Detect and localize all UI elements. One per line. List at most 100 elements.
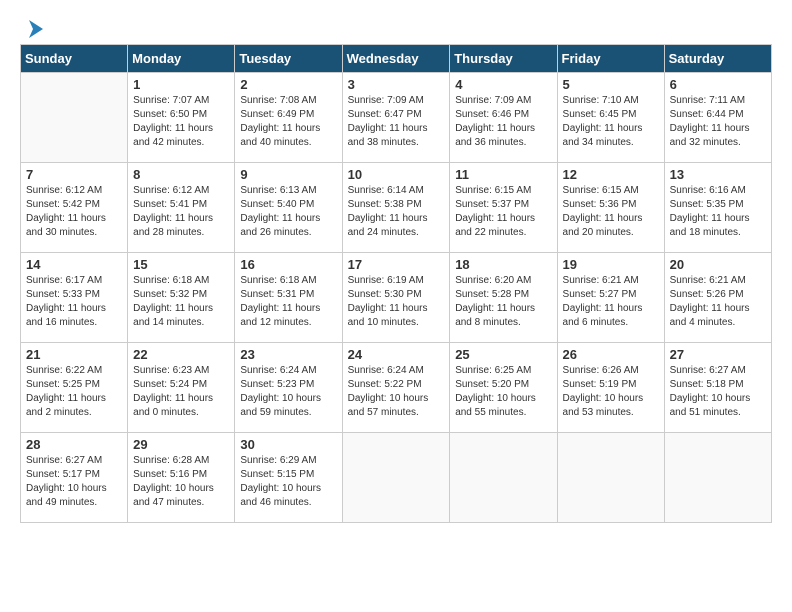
day-number: 8 [133,167,229,182]
day-number: 4 [455,77,551,92]
calendar-cell: 10 Sunrise: 6:14 AM Sunset: 5:38 PM Dayli… [342,163,450,253]
day-number: 12 [563,167,659,182]
calendar-cell: 18 Sunrise: 6:20 AM Sunset: 5:28 PM Dayli… [450,253,557,343]
day-info: Sunrise: 6:27 AM Sunset: 5:18 PM Dayligh… [670,364,766,420]
day-number: 21 [26,347,122,362]
calendar-header-sunday: Sunday [21,45,128,73]
day-number: 24 [348,347,445,362]
calendar-cell [342,433,450,523]
day-info: Sunrise: 6:26 AM Sunset: 5:19 PM Dayligh… [563,364,659,420]
calendar-cell [450,433,557,523]
calendar-cell: 27 Sunrise: 6:27 AM Sunset: 5:18 PM Dayli… [664,343,771,433]
calendar-header-monday: Monday [128,45,235,73]
day-info: Sunrise: 6:12 AM Sunset: 5:41 PM Dayligh… [133,184,229,240]
calendar-cell: 19 Sunrise: 6:21 AM Sunset: 5:27 PM Dayli… [557,253,664,343]
day-info: Sunrise: 6:18 AM Sunset: 5:31 PM Dayligh… [240,274,336,330]
day-info: Sunrise: 6:23 AM Sunset: 5:24 PM Dayligh… [133,364,229,420]
calendar-cell: 7 Sunrise: 6:12 AM Sunset: 5:42 PM Daylig… [21,163,128,253]
calendar-cell: 20 Sunrise: 6:21 AM Sunset: 5:26 PM Dayli… [664,253,771,343]
calendar-cell: 9 Sunrise: 6:13 AM Sunset: 5:40 PM Daylig… [235,163,342,253]
calendar-cell: 28Sunrise: 6:27 AM Sunset: 5:17 PM Dayli… [21,433,128,523]
day-info: Sunrise: 7:10 AM Sunset: 6:45 PM Dayligh… [563,94,659,150]
day-number: 7 [26,167,122,182]
day-info: Sunrise: 6:15 AM Sunset: 5:37 PM Dayligh… [455,184,551,240]
day-number: 23 [240,347,336,362]
day-info: Sunrise: 7:11 AM Sunset: 6:44 PM Dayligh… [670,94,766,150]
day-number: 13 [670,167,766,182]
day-number: 10 [348,167,445,182]
calendar-cell: 11 Sunrise: 6:15 AM Sunset: 5:37 PM Dayli… [450,163,557,253]
calendar-cell: 26Sunrise: 6:26 AM Sunset: 5:19 PM Dayli… [557,343,664,433]
calendar-cell: 29 Sunrise: 6:28 AM Sunset: 5:16 PM Dayli… [128,433,235,523]
calendar-header-thursday: Thursday [450,45,557,73]
day-number: 3 [348,77,445,92]
week-row-3: 14 Sunrise: 6:17 AM Sunset: 5:33 PM Dayli… [21,253,772,343]
day-number: 20 [670,257,766,272]
page-header [20,20,772,34]
day-number: 29 [133,437,229,452]
calendar-cell: 21 Sunrise: 6:22 AM Sunset: 5:25 PM Dayli… [21,343,128,433]
day-number: 19 [563,257,659,272]
calendar-cell [664,433,771,523]
day-info: Sunrise: 6:24 AM Sunset: 5:23 PM Dayligh… [240,364,336,420]
calendar-cell [557,433,664,523]
calendar-cell: 24 Sunrise: 6:24 AM Sunset: 5:22 PM Dayli… [342,343,450,433]
day-info: Sunrise: 7:09 AM Sunset: 6:46 PM Dayligh… [455,94,551,150]
calendar-cell: 23 Sunrise: 6:24 AM Sunset: 5:23 PM Dayli… [235,343,342,433]
day-number: 25 [455,347,551,362]
day-number: 15 [133,257,229,272]
day-number: 22 [133,347,229,362]
day-info: Sunrise: 6:21 AM Sunset: 5:27 PM Dayligh… [563,274,659,330]
day-number: 27 [670,347,766,362]
calendar-cell: 13Sunrise: 6:16 AM Sunset: 5:35 PM Dayli… [664,163,771,253]
calendar-header-friday: Friday [557,45,664,73]
day-info: Sunrise: 6:18 AM Sunset: 5:32 PM Dayligh… [133,274,229,330]
day-number: 9 [240,167,336,182]
day-number: 16 [240,257,336,272]
calendar-cell: 16 Sunrise: 6:18 AM Sunset: 5:31 PM Dayli… [235,253,342,343]
calendar-cell: 4 Sunrise: 7:09 AM Sunset: 6:46 PM Daylig… [450,73,557,163]
day-info: Sunrise: 6:13 AM Sunset: 5:40 PM Dayligh… [240,184,336,240]
day-info: Sunrise: 7:07 AM Sunset: 6:50 PM Dayligh… [133,94,229,150]
calendar-header-saturday: Saturday [664,45,771,73]
calendar-header-wednesday: Wednesday [342,45,450,73]
day-info: Sunrise: 6:19 AM Sunset: 5:30 PM Dayligh… [348,274,445,330]
day-info: Sunrise: 6:22 AM Sunset: 5:25 PM Dayligh… [26,364,122,420]
calendar-cell: 25 Sunrise: 6:25 AM Sunset: 5:20 PM Dayli… [450,343,557,433]
day-number: 18 [455,257,551,272]
logo [20,20,44,34]
calendar-header-tuesday: Tuesday [235,45,342,73]
day-number: 30 [240,437,336,452]
calendar-cell: 30 Sunrise: 6:29 AM Sunset: 5:15 PM Dayli… [235,433,342,523]
calendar-cell: 22 Sunrise: 6:23 AM Sunset: 5:24 PM Dayli… [128,343,235,433]
day-info: Sunrise: 6:27 AM Sunset: 5:17 PM Dayligh… [26,454,122,510]
calendar-cell: 14 Sunrise: 6:17 AM Sunset: 5:33 PM Dayli… [21,253,128,343]
calendar-cell: 12 Sunrise: 6:15 AM Sunset: 5:36 PM Dayli… [557,163,664,253]
calendar-cell: 8 Sunrise: 6:12 AM Sunset: 5:41 PM Daylig… [128,163,235,253]
day-info: Sunrise: 6:29 AM Sunset: 5:15 PM Dayligh… [240,454,336,510]
calendar-cell: 6Sunrise: 7:11 AM Sunset: 6:44 PM Daylig… [664,73,771,163]
day-number: 11 [455,167,551,182]
calendar-cell: 17Sunrise: 6:19 AM Sunset: 5:30 PM Dayli… [342,253,450,343]
day-info: Sunrise: 6:21 AM Sunset: 5:26 PM Dayligh… [670,274,766,330]
day-info: Sunrise: 6:12 AM Sunset: 5:42 PM Dayligh… [26,184,122,240]
day-info: Sunrise: 6:25 AM Sunset: 5:20 PM Dayligh… [455,364,551,420]
calendar-header-row: SundayMondayTuesdayWednesdayThursdayFrid… [21,45,772,73]
calendar-cell: 3 Sunrise: 7:09 AM Sunset: 6:47 PM Daylig… [342,73,450,163]
day-number: 14 [26,257,122,272]
day-info: Sunrise: 6:20 AM Sunset: 5:28 PM Dayligh… [455,274,551,330]
calendar-table: SundayMondayTuesdayWednesdayThursdayFrid… [20,44,772,523]
day-number: 1 [133,77,229,92]
day-info: Sunrise: 6:28 AM Sunset: 5:16 PM Dayligh… [133,454,229,510]
calendar-cell [21,73,128,163]
calendar-cell: 1 Sunrise: 7:07 AM Sunset: 6:50 PM Daylig… [128,73,235,163]
day-info: Sunrise: 6:24 AM Sunset: 5:22 PM Dayligh… [348,364,445,420]
week-row-5: 28Sunrise: 6:27 AM Sunset: 5:17 PM Dayli… [21,433,772,523]
day-info: Sunrise: 7:09 AM Sunset: 6:47 PM Dayligh… [348,94,445,150]
day-info: Sunrise: 7:08 AM Sunset: 6:49 PM Dayligh… [240,94,336,150]
day-info: Sunrise: 6:14 AM Sunset: 5:38 PM Dayligh… [348,184,445,240]
week-row-4: 21 Sunrise: 6:22 AM Sunset: 5:25 PM Dayli… [21,343,772,433]
day-info: Sunrise: 6:17 AM Sunset: 5:33 PM Dayligh… [26,274,122,330]
day-info: Sunrise: 6:15 AM Sunset: 5:36 PM Dayligh… [563,184,659,240]
calendar-cell: 2Sunrise: 7:08 AM Sunset: 6:49 PM Daylig… [235,73,342,163]
